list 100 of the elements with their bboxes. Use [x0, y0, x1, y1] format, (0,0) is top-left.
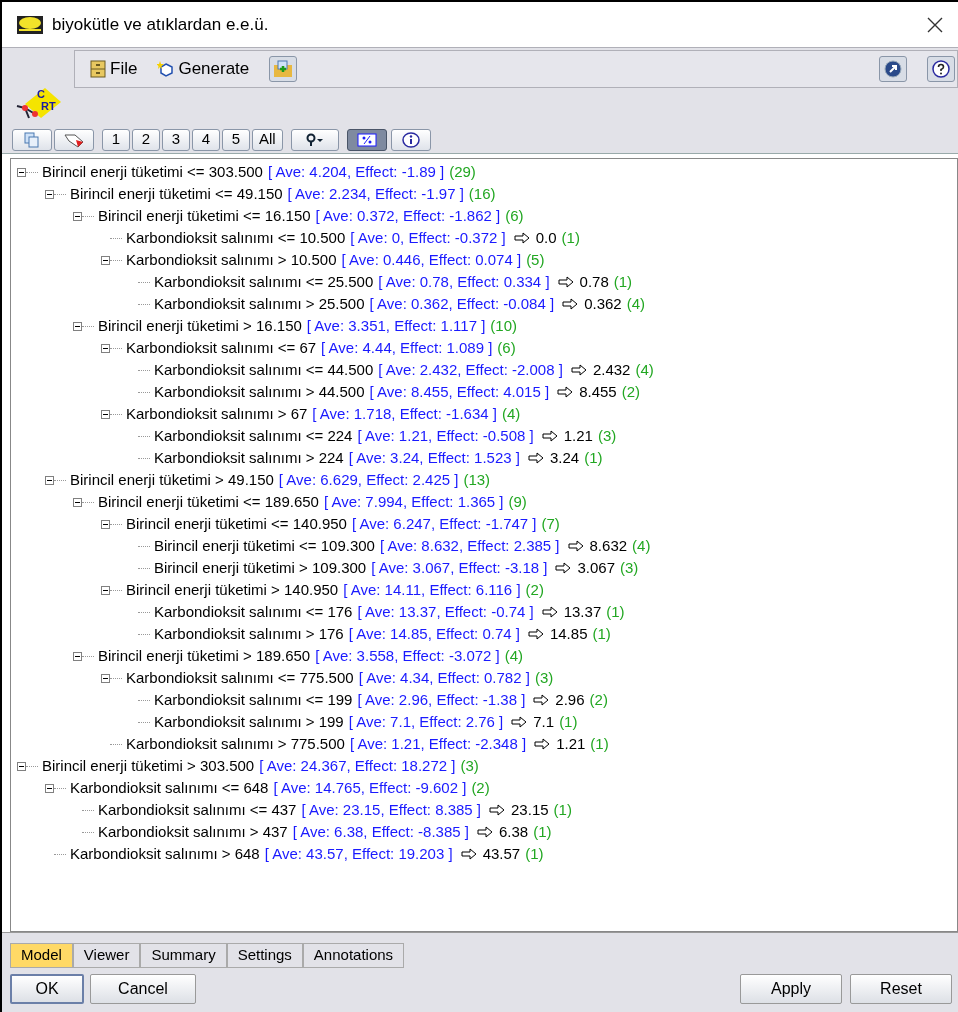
node-stats: [ Ave: 0.372, Effect: -1.862 ] — [315, 205, 501, 226]
record-count: (3) — [597, 425, 617, 446]
collapse-toggle[interactable] — [101, 255, 110, 265]
predicted-value: 23.15 — [511, 799, 549, 820]
dialog-button[interactable]: Cancel — [90, 974, 196, 1004]
tree-node-label[interactable]: Karbondioksit salınımı > 44.500 — [154, 380, 365, 404]
collapse-toggle[interactable] — [101, 585, 110, 595]
tree-node-label[interactable]: Karbondioksit salınımı > 67 — [126, 402, 308, 426]
collapse-toggle[interactable] — [73, 211, 82, 221]
dialog-button[interactable]: OK — [10, 974, 84, 1004]
percent-toggle[interactable] — [346, 128, 387, 151]
tree-node-label[interactable]: Karbondioksit salınımı <= 224 — [154, 424, 353, 448]
arrow-icon — [489, 804, 506, 816]
dialog-button[interactable]: Apply — [740, 974, 842, 1004]
tree-node-label[interactable]: Karbondioksit salınımı > 176 — [154, 622, 344, 646]
collapse-toggle[interactable] — [73, 321, 82, 331]
predicted-value: 2.96 — [555, 689, 585, 710]
tab[interactable]: Viewer — [72, 943, 141, 968]
tree-node-label[interactable]: Karbondioksit salınımı <= 199 — [154, 688, 353, 712]
tree-node-label[interactable]: Birincil enerji tüketimi <= 49.150 — [70, 182, 283, 206]
copy-icon — [24, 131, 40, 148]
predicted-value: 0.78 — [579, 271, 609, 292]
depth-button[interactable]: 1 — [102, 128, 130, 151]
tree-node-label[interactable]: Karbondioksit salınımı <= 25.500 — [154, 270, 374, 294]
tree-node-label[interactable]: Birincil enerji tüketimi <= 189.650 — [98, 490, 319, 514]
pin-dropdown-button[interactable] — [290, 128, 339, 151]
depth-button[interactable]: 5 — [222, 128, 250, 151]
depth-button[interactable]: All — [252, 128, 283, 151]
tab[interactable]: Settings — [226, 943, 303, 968]
predicted-value: 0.0 — [535, 227, 557, 248]
tree-node-label[interactable]: Karbondioksit salınımı <= 44.500 — [154, 358, 374, 382]
depth-button[interactable]: 4 — [192, 128, 220, 151]
arrow-icon — [511, 716, 528, 728]
arrow-icon — [527, 452, 544, 464]
depth-button[interactable]: 2 — [132, 128, 160, 151]
tree-node-label[interactable]: Birincil enerji tüketimi <= 140.950 — [126, 512, 347, 536]
tree-node-label[interactable]: Karbondioksit salınımı <= 67 — [126, 336, 317, 360]
tree-node-label[interactable]: Karbondioksit salınımı <= 648 — [70, 776, 269, 800]
tree-node-label[interactable]: Karbondioksit salınımı <= 10.500 — [126, 226, 346, 250]
collapse-toggle[interactable] — [73, 651, 82, 661]
collapse-toggle[interactable] — [17, 761, 26, 771]
tree-node-label[interactable]: Birincil enerji tüketimi > 303.500 — [42, 754, 255, 778]
record-count: (1) — [584, 447, 603, 468]
tree-node-label[interactable]: Karbondioksit salınımı > 224 — [154, 446, 344, 470]
tab[interactable]: Summary — [140, 943, 227, 968]
record-count: (1) — [533, 821, 552, 842]
tree-node-label[interactable]: Karbondioksit salınımı > 199 — [154, 710, 344, 734]
node-stats: [ Ave: 13.37, Effect: -0.74 ] — [357, 601, 534, 622]
predicted-value: 14.85 — [549, 623, 588, 644]
tree-node-label[interactable]: Birincil enerji tüketimi > 189.650 — [98, 644, 311, 668]
node-stats: [ Ave: 0, Effect: -0.372 ] — [350, 227, 506, 248]
launch-button[interactable] — [879, 56, 907, 82]
collapse-toggle[interactable] — [17, 167, 26, 177]
tree-node-label[interactable]: Karbondioksit salınımı <= 176 — [154, 600, 353, 624]
collapse-toggle[interactable] — [45, 783, 54, 793]
add-to-project-button[interactable] — [269, 56, 298, 82]
arrow-icon — [541, 606, 558, 618]
record-count: (10) — [490, 315, 517, 336]
tree-node-label[interactable]: Karbondioksit salınımı <= 437 — [98, 798, 297, 822]
info-button[interactable] — [390, 128, 431, 151]
menu-item[interactable]: File — [89, 56, 138, 82]
node-stats: [ Ave: 4.34, Effect: 0.782 ] — [358, 667, 530, 688]
logo-letter: RT — [41, 99, 56, 114]
tree-node-label[interactable]: Birincil enerji tüketimi > 109.300 — [154, 556, 367, 580]
tree-node-label[interactable]: Birincil enerji tüketimi > 49.150 — [70, 468, 274, 492]
depth-button[interactable]: 3 — [162, 128, 190, 151]
node-stats: [ Ave: 14.765, Effect: -9.602 ] — [273, 777, 467, 798]
tab[interactable]: Model — [10, 943, 73, 968]
tree-node-label[interactable]: Birincil enerji tüketimi <= 109.300 — [154, 534, 375, 558]
tag-button[interactable] — [54, 128, 94, 151]
tree-node-label[interactable]: Karbondioksit salınımı > 10.500 — [126, 248, 337, 272]
tree-node-label[interactable]: Birincil enerji tüketimi <= 16.150 — [98, 204, 311, 228]
node-stats: [ Ave: 7.1, Effect: 2.76 ] — [348, 711, 504, 732]
tree-node-label[interactable]: Karbondioksit salınımı > 648 — [70, 842, 260, 866]
window-title: biyokütle ve atıklardan e.e.ü. — [52, 13, 269, 36]
tree-node-label[interactable]: Birincil enerji tüketimi > 140.950 — [126, 578, 339, 602]
pin-icon — [305, 132, 324, 147]
tree-node-label[interactable]: Karbondioksit salınımı > 437 — [98, 820, 288, 844]
collapse-toggle[interactable] — [45, 189, 54, 199]
collapse-toggle[interactable] — [101, 409, 110, 419]
collapse-toggle[interactable] — [73, 497, 82, 507]
collapse-toggle[interactable] — [45, 475, 54, 485]
help-button[interactable] — [927, 56, 955, 82]
tree-node-label[interactable]: Birincil enerji tüketimi > 16.150 — [98, 314, 302, 338]
predicted-value: 1.21 — [563, 425, 593, 446]
arrow-circle-icon — [884, 60, 902, 78]
tree-node-label[interactable]: Karbondioksit salınımı > 25.500 — [154, 292, 365, 316]
menu-item[interactable]: Generate — [157, 56, 250, 82]
node-stats: [ Ave: 8.455, Effect: 4.015 ] — [369, 381, 550, 402]
tree-node-label[interactable]: Birincil enerji tüketimi <= 303.500 — [42, 160, 263, 184]
dialog-button[interactable]: Reset — [850, 974, 952, 1004]
collapse-toggle[interactable] — [101, 343, 110, 353]
collapse-toggle[interactable] — [101, 519, 110, 529]
tree-node-label[interactable]: Karbondioksit salınımı <= 775.500 — [126, 666, 354, 690]
node-stats: [ Ave: 3.558, Effect: -3.072 ] — [315, 645, 500, 666]
tree-node-label[interactable]: Karbondioksit salınımı > 775.500 — [126, 732, 345, 756]
copy-button[interactable] — [12, 128, 52, 151]
collapse-toggle[interactable] — [101, 673, 110, 683]
tab[interactable]: Annotations — [302, 943, 405, 968]
close-icon[interactable] — [926, 15, 944, 34]
